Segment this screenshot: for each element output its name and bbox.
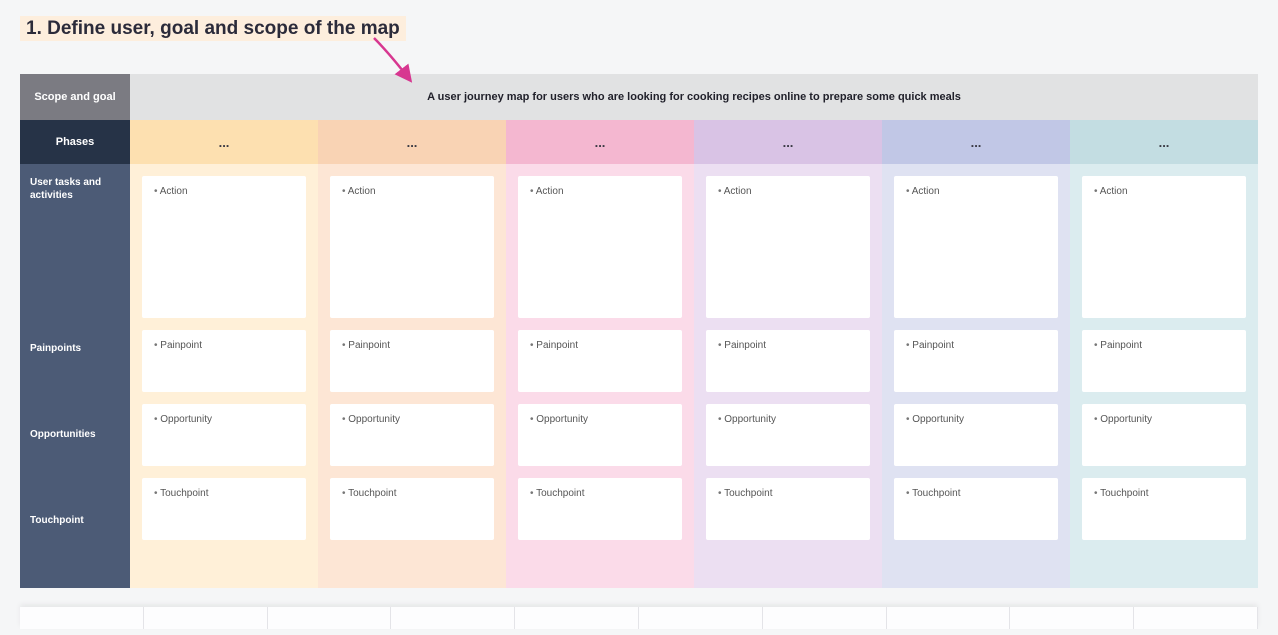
phase-header[interactable]: ...: [130, 120, 318, 164]
scope-text: A user journey map for users who are loo…: [130, 74, 1258, 120]
phase-column: Action Painpoint Opportunity Touchpoint: [1070, 164, 1258, 588]
action-card[interactable]: Action: [1082, 176, 1246, 318]
touchpoint-item: Touchpoint: [1094, 488, 1234, 499]
painpoint-card[interactable]: Painpoint: [1082, 330, 1246, 392]
action-card[interactable]: Action: [518, 176, 682, 318]
phase-column: Action Painpoint Opportunity Touchpoint: [318, 164, 506, 588]
opportunity-item: Opportunity: [154, 414, 294, 425]
row-label-painpoints: Painpoints: [20, 330, 130, 416]
action-card[interactable]: Action: [894, 176, 1058, 318]
touchpoint-card[interactable]: Touchpoint: [894, 478, 1058, 540]
painpoint-item: Painpoint: [342, 340, 482, 351]
touchpoint-item: Touchpoint: [530, 488, 670, 499]
phase-header[interactable]: ...: [1070, 120, 1258, 164]
phase-header[interactable]: ...: [882, 120, 1070, 164]
action-item: Action: [1094, 186, 1234, 197]
opportunity-card[interactable]: Opportunity: [706, 404, 870, 466]
phase-column: Action Painpoint Opportunity Touchpoint: [506, 164, 694, 588]
painpoint-item: Painpoint: [530, 340, 670, 351]
action-card[interactable]: Action: [706, 176, 870, 318]
opportunity-card[interactable]: Opportunity: [894, 404, 1058, 466]
action-item: Action: [342, 186, 482, 197]
touchpoint-card[interactable]: Touchpoint: [142, 478, 306, 540]
touchpoint-item: Touchpoint: [342, 488, 482, 499]
journey-map-page: 1. Define user, goal and scope of the ma…: [0, 0, 1278, 606]
painpoint-card[interactable]: Painpoint: [142, 330, 306, 392]
phase-column: Action Painpoint Opportunity Touchpoint: [694, 164, 882, 588]
touchpoint-card[interactable]: Touchpoint: [706, 478, 870, 540]
painpoint-item: Painpoint: [154, 340, 294, 351]
opportunity-card[interactable]: Opportunity: [518, 404, 682, 466]
phase-column: Action Painpoint Opportunity Touchpoint: [130, 164, 318, 588]
opportunity-item: Opportunity: [906, 414, 1046, 425]
touchpoint-item: Touchpoint: [906, 488, 1046, 499]
page-title: 1. Define user, goal and scope of the ma…: [20, 16, 406, 41]
opportunity-card[interactable]: Opportunity: [330, 404, 494, 466]
painpoint-item: Painpoint: [1094, 340, 1234, 351]
journey-map: Scope and goal A user journey map for us…: [20, 74, 1258, 588]
action-item: Action: [718, 186, 858, 197]
touchpoint-card[interactable]: Touchpoint: [1082, 478, 1246, 540]
painpoint-item: Painpoint: [906, 340, 1046, 351]
opportunity-item: Opportunity: [342, 414, 482, 425]
touchpoint-item: Touchpoint: [718, 488, 858, 499]
opportunity-item: Opportunity: [1094, 414, 1234, 425]
opportunity-item: Opportunity: [718, 414, 858, 425]
row-label-touchpoint: Touchpoint: [20, 502, 130, 588]
painpoint-card[interactable]: Painpoint: [330, 330, 494, 392]
phases-label: Phases: [20, 120, 130, 164]
painpoint-card[interactable]: Painpoint: [894, 330, 1058, 392]
scope-label: Scope and goal: [20, 74, 130, 120]
painpoint-item: Painpoint: [718, 340, 858, 351]
touchpoint-item: Touchpoint: [154, 488, 294, 499]
opportunity-card[interactable]: Opportunity: [142, 404, 306, 466]
action-item: Action: [906, 186, 1046, 197]
touchpoint-card[interactable]: Touchpoint: [518, 478, 682, 540]
phase-header[interactable]: ...: [506, 120, 694, 164]
action-item: Action: [154, 186, 294, 197]
row-label-tasks: User tasks and activities: [20, 164, 130, 330]
touchpoint-card[interactable]: Touchpoint: [330, 478, 494, 540]
painpoint-card[interactable]: Painpoint: [518, 330, 682, 392]
row-labels: User tasks and activities Painpoints Opp…: [20, 164, 130, 588]
action-card[interactable]: Action: [142, 176, 306, 318]
opportunity-item: Opportunity: [530, 414, 670, 425]
painpoint-card[interactable]: Painpoint: [706, 330, 870, 392]
bottom-grid-strip: [20, 607, 1258, 629]
phase-header[interactable]: ...: [318, 120, 506, 164]
phase-header[interactable]: ...: [694, 120, 882, 164]
journey-body: User tasks and activities Painpoints Opp…: [20, 164, 1258, 588]
row-label-opportunities: Opportunities: [20, 416, 130, 502]
phase-column: Action Painpoint Opportunity Touchpoint: [882, 164, 1070, 588]
action-item: Action: [530, 186, 670, 197]
opportunity-card[interactable]: Opportunity: [1082, 404, 1246, 466]
action-card[interactable]: Action: [330, 176, 494, 318]
